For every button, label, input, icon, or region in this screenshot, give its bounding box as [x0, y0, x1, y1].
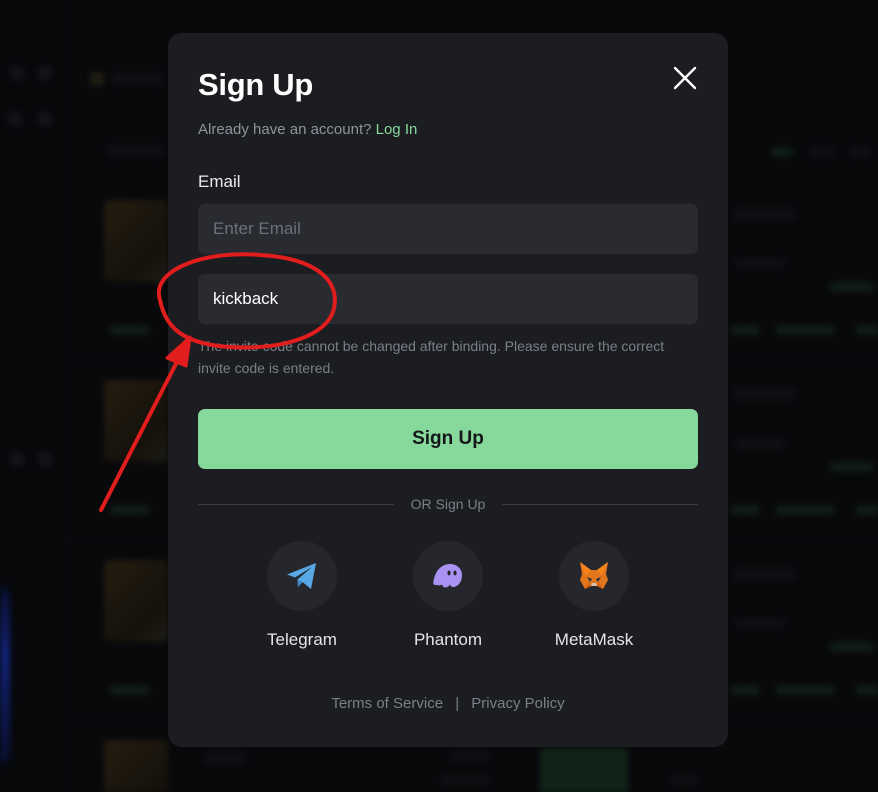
metamask-icon [580, 562, 608, 589]
terms-of-service-link[interactable]: Terms of Service [331, 695, 443, 712]
privacy-policy-link[interactable]: Privacy Policy [471, 695, 564, 712]
close-icon [673, 66, 697, 90]
phantom-label: Phantom [413, 630, 483, 649]
telegram-circle [267, 541, 337, 611]
phantom-icon [433, 564, 462, 588]
close-button[interactable] [668, 61, 702, 95]
phantom-circle [413, 541, 483, 611]
login-prompt-text: Already have an account? [198, 121, 372, 138]
signup-button[interactable]: Sign Up [198, 409, 698, 469]
email-label: Email [198, 172, 241, 191]
telegram-label: Telegram [267, 630, 337, 649]
divider-line-right [502, 504, 698, 505]
metamask-login-button[interactable]: MetaMask [544, 541, 644, 650]
modal-title: Sign Up [198, 67, 313, 102]
legal-footer: Terms of Service | Privacy Policy [168, 695, 728, 712]
invite-code-input[interactable] [198, 274, 698, 324]
login-prompt: Already have an account? Log In [198, 121, 417, 138]
telegram-icon [287, 563, 316, 589]
phantom-login-button[interactable]: Phantom [398, 541, 498, 650]
or-divider: OR Sign Up [198, 494, 698, 514]
telegram-login-button[interactable]: Telegram [252, 541, 352, 650]
metamask-circle [559, 541, 629, 611]
signup-modal: Sign Up Already have an account? Log In … [168, 33, 728, 747]
metamask-label: MetaMask [554, 630, 634, 649]
footer-separator: | [455, 695, 460, 712]
invite-code-note: The invite code cannot be changed after … [198, 338, 665, 376]
email-input[interactable] [198, 204, 698, 254]
login-link[interactable]: Log In [376, 121, 418, 138]
